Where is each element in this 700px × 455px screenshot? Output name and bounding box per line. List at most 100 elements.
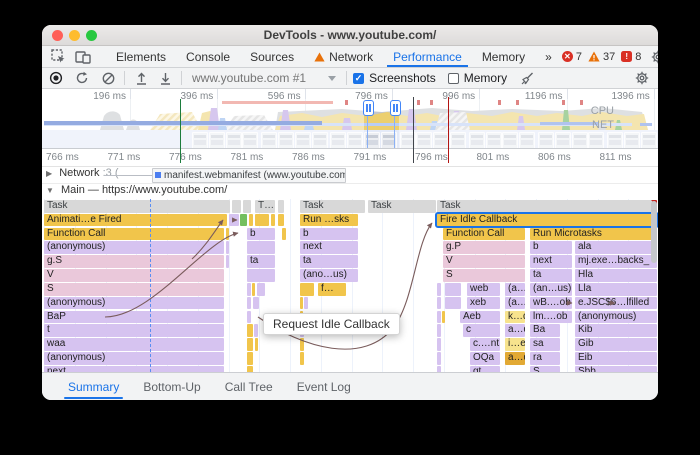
flame-bar[interactable] (247, 282, 251, 296)
flame-bar-fire-idle-callback[interactable]: Fire Idle Callback (435, 211, 658, 229)
network-request-bar[interactable]: manifest.webmanifest (www.youtube.com) (152, 168, 346, 183)
flame-bar[interactable] (445, 282, 461, 296)
flame-bar-ta[interactable]: ta (530, 269, 572, 282)
flame-bar-ta[interactable]: ta (247, 255, 275, 268)
screenshots-checkbox[interactable]: ✓ Screenshots (353, 71, 436, 85)
flame-bar[interactable] (300, 282, 314, 296)
flame-bar-ra[interactable]: ra (530, 352, 560, 365)
flame-bar[interactable] (437, 338, 441, 351)
flame-bar[interactable] (229, 213, 239, 227)
flame-bar-hla[interactable]: Hla (575, 269, 657, 282)
flame-bar-eib[interactable]: Eib (575, 352, 657, 365)
flame-bar-kib[interactable]: Kib (575, 324, 657, 337)
flame-bar-i-e[interactable]: i…e (505, 338, 525, 351)
warning-count-badge[interactable]: 37 (588, 51, 615, 63)
tab-[interactable]: » (535, 46, 562, 67)
flame-bar[interactable] (442, 310, 445, 324)
flame-bar-mj-exe-backs[interactable]: mj.exe…backs_ (575, 255, 657, 268)
flame-bar[interactable] (255, 213, 269, 227)
flame-bar-next[interactable]: next (300, 241, 358, 255)
flame-bar[interactable] (247, 338, 253, 351)
flame-bar-aeb[interactable]: Aeb (460, 310, 500, 324)
flame-bar[interactable] (257, 282, 265, 296)
main-thread-flame-chart[interactable]: Task T… Task Task Task Animati…e Fired Run …sk… (42, 199, 658, 372)
load-profile-icon[interactable] (131, 69, 151, 87)
bottom-tab-event-log[interactable]: Event Log (285, 374, 363, 399)
flame-bar-waa[interactable]: waa (44, 338, 224, 351)
tab-network[interactable]: Network (304, 46, 383, 67)
flame-bar[interactable] (437, 310, 441, 324)
flame-bar[interactable] (232, 200, 241, 213)
flame-bar[interactable] (437, 296, 441, 310)
flame-bar-b[interactable]: b (247, 227, 275, 241)
disclosure-expanded-icon[interactable]: ▼ (46, 186, 54, 195)
selection-right-handle[interactable] (390, 100, 401, 116)
flame-bar-anonymous[interactable]: (anonymous) (44, 352, 224, 365)
flame-bar[interactable] (278, 213, 284, 227)
flame-bar-a[interactable]: (a…) (505, 296, 525, 310)
flame-bar-g-p[interactable]: g.P (443, 241, 525, 255)
profile-select-dropdown[interactable]: www.youtube.com #1 (188, 71, 340, 85)
settings-gear-icon[interactable] (649, 49, 658, 65)
flame-bar-sa[interactable]: sa (530, 338, 560, 351)
tab-elements[interactable]: Elements (106, 46, 176, 67)
flame-bar-anonymous[interactable]: (anonymous) (44, 296, 224, 310)
flame-bar-anonymous[interactable]: (anonymous) (44, 241, 224, 255)
flame-bar-oqa[interactable]: OQa (470, 352, 500, 365)
memory-checkbox[interactable]: Memory (447, 71, 507, 85)
issues-count-badge[interactable]: ! 8 (621, 51, 641, 63)
flame-bar-run-sks[interactable]: Run …sks (300, 213, 358, 227)
flame-bar-next[interactable]: next (530, 255, 572, 268)
capture-settings-gear-icon[interactable] (632, 69, 652, 87)
save-profile-icon[interactable] (155, 69, 175, 87)
flame-bar[interactable] (226, 227, 229, 241)
flame-bar-anonymous[interactable]: (anonymous) (575, 310, 657, 324)
flame-bar[interactable] (271, 213, 275, 227)
flame-bar-task[interactable]: Task (368, 200, 436, 213)
bottom-tab-call-tree[interactable]: Call Tree (213, 374, 285, 399)
bottom-tab-bottom-up[interactable]: Bottom-Up (131, 374, 212, 399)
flame-bar-xeb[interactable]: xeb (467, 296, 500, 310)
flame-bar-ala[interactable]: ala (575, 241, 657, 255)
flame-bar-a-d[interactable]: a…d (505, 352, 525, 365)
inspect-element-icon[interactable] (49, 49, 67, 65)
flame-bar-an-us[interactable]: (an…us) (530, 282, 572, 296)
vertical-scrollbar-thumb[interactable] (651, 201, 657, 263)
flame-bar[interactable] (247, 241, 275, 255)
flame-bar[interactable] (445, 296, 461, 310)
flame-bar[interactable] (247, 296, 251, 310)
flame-bar[interactable] (255, 338, 258, 351)
flame-bar[interactable] (226, 241, 229, 255)
flame-bar[interactable] (437, 282, 441, 296)
selection-left-handle[interactable] (363, 100, 374, 116)
flame-bar-c-nt[interactable]: c.…nt (470, 338, 500, 351)
tab-console[interactable]: Console (176, 46, 240, 67)
flame-bar-task[interactable]: Task (44, 200, 230, 213)
flame-bar-e-jsc-6-lfilled[interactable]: e.JSC$6…lfilled (575, 296, 657, 310)
flame-bar-b[interactable]: b (530, 241, 572, 255)
network-track[interactable]: ▶ Network :3 ( manifest.webmanifest (www… (42, 167, 658, 184)
flame-bar-s[interactable]: S (44, 282, 224, 296)
timeline-overview[interactable]: 196 ms 396 ms 596 ms 796 ms 996 ms 1196 ms 139… (42, 89, 658, 149)
flame-bar[interactable] (249, 213, 253, 227)
clear-recording-icon[interactable] (98, 69, 118, 87)
flame-bar[interactable] (243, 200, 251, 213)
flame-bar[interactable] (278, 200, 284, 213)
collect-garbage-icon[interactable] (517, 69, 537, 87)
flame-bar[interactable] (437, 352, 441, 365)
flame-bar[interactable] (226, 255, 229, 268)
tab-sources[interactable]: Sources (240, 46, 304, 67)
flame-bar-run-microtasks[interactable]: Run Microtasks (530, 227, 657, 241)
flame-bar-gib[interactable]: Gib (575, 338, 657, 351)
flame-bar-v[interactable]: V (443, 255, 525, 268)
flame-bar-lm-ob[interactable]: lm.…ob (530, 310, 572, 324)
flame-bar[interactable] (304, 296, 308, 310)
flame-bar-animati-e-fired[interactable]: Animati…e Fired (44, 213, 227, 227)
flame-bar-t[interactable]: t (44, 324, 224, 337)
flame-bar-k-d[interactable]: k…d (505, 310, 525, 324)
flame-bar-wb-ob[interactable]: wB.…ob (530, 296, 572, 310)
error-count-badge[interactable]: ✕ 7 (561, 51, 582, 63)
flame-bar-c[interactable]: c (463, 324, 500, 337)
flame-bar[interactable] (282, 227, 286, 241)
device-toolbar-icon[interactable] (74, 49, 92, 65)
